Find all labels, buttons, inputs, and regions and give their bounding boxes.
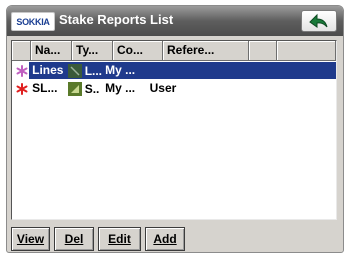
reports-list[interactable]: Na... Ty... Co... Refere... Lines L... M… xyxy=(11,40,337,220)
marker-cell xyxy=(12,80,29,97)
table-row[interactable]: Lines L... My ... xyxy=(12,62,336,79)
cell-name: Lines xyxy=(29,62,66,79)
cell-name: SL... xyxy=(32,81,58,95)
sokkia-logo: SOKKIA xyxy=(11,12,55,31)
column-header-extra-2[interactable] xyxy=(277,41,336,61)
cell-reference: User xyxy=(149,81,177,95)
marker-cell xyxy=(12,62,29,79)
cell-type-text: L... xyxy=(84,64,103,78)
column-header-type[interactable]: Ty... xyxy=(72,41,113,61)
back-arrow-icon xyxy=(309,13,328,28)
column-header-extra-1[interactable] xyxy=(249,41,277,61)
line-type-icon xyxy=(67,64,82,78)
asterisk-icon xyxy=(16,65,28,77)
cell-type: S.. xyxy=(66,80,102,97)
column-header-marker[interactable] xyxy=(12,41,31,61)
add-button[interactable]: Add xyxy=(145,227,185,251)
column-header-code[interactable]: Co... xyxy=(113,41,163,61)
cell-code: My ... xyxy=(105,81,136,95)
del-button[interactable]: Del xyxy=(54,227,94,251)
window-title: Stake Reports List xyxy=(59,12,174,27)
cell-code: My ... xyxy=(102,62,147,79)
column-header-name[interactable]: Na... xyxy=(31,41,72,61)
view-button[interactable]: View xyxy=(11,227,50,251)
column-header-reference[interactable]: Refere... xyxy=(163,41,249,61)
table-row[interactable]: SL... S.. My ... User xyxy=(12,80,336,97)
asterisk-icon xyxy=(16,83,28,95)
cell-reference xyxy=(146,62,336,79)
edit-button[interactable]: Edit xyxy=(98,227,141,251)
cell-type: L... xyxy=(65,62,103,79)
stake-reports-window: SOKKIA Stake Reports List Na... Ty... Co… xyxy=(6,5,344,253)
title-bar: SOKKIA Stake Reports List xyxy=(7,6,343,36)
back-button[interactable] xyxy=(301,10,337,32)
slope-type-icon xyxy=(67,82,82,96)
list-header: Na... Ty... Co... Refere... xyxy=(12,41,336,61)
button-bar: View Del Edit Add xyxy=(11,227,185,251)
cell-type-text: S.. xyxy=(84,82,100,96)
